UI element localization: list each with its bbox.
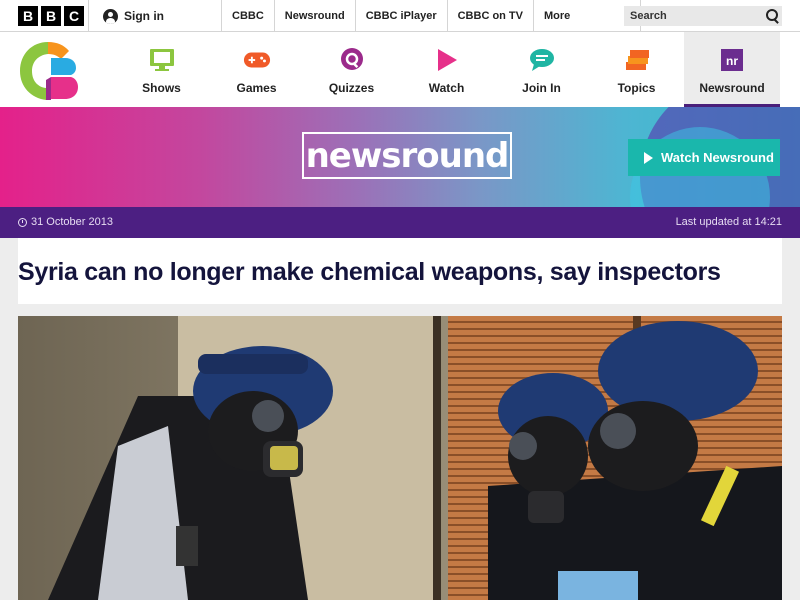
newsround-banner: newsround Watch Newsround: [0, 107, 800, 207]
nav-item-label: Watch: [428, 81, 465, 95]
nav-item-games[interactable]: Games: [209, 32, 304, 107]
nav-item-label: Join In: [522, 81, 561, 95]
nav-item-watch[interactable]: Watch: [399, 32, 494, 107]
headline-container: Syria can no longer make chemical weapon…: [18, 238, 782, 304]
global-nav-cbbc-on-tv[interactable]: CBBC on TV: [446, 0, 533, 32]
nav-item-label: Shows: [142, 81, 181, 95]
watch-newsround-label: Watch Newsround: [661, 150, 774, 165]
nav-item-label: Games: [236, 81, 277, 95]
sign-in-label: Sign in: [124, 9, 164, 23]
search-icon[interactable]: [762, 6, 782, 26]
nav-item-topics[interactable]: Topics: [589, 32, 684, 107]
nav-item-quizzes[interactable]: Quizzes: [304, 32, 399, 107]
cbbc-logo[interactable]: [18, 40, 80, 102]
play-icon: [644, 151, 653, 164]
newsround-icon: nr: [718, 46, 746, 74]
cbbc-nav: Shows Games Quizzes Watch Join In Topics…: [0, 32, 800, 107]
divider: [88, 0, 89, 32]
quiz-icon: [338, 46, 366, 74]
search-input[interactable]: Search: [624, 6, 782, 26]
cbbc-nav-items: Shows Games Quizzes Watch Join In Topics…: [114, 32, 780, 107]
nav-item-label: Newsround: [699, 81, 765, 95]
newsround-icon-text: nr: [726, 54, 738, 68]
stack-icon: [623, 46, 651, 74]
nav-item-label: Quizzes: [328, 81, 375, 95]
nav-item-newsround[interactable]: nr Newsround: [684, 32, 780, 107]
sign-in-link[interactable]: Sign in: [103, 0, 164, 32]
article-headline: Syria can no longer make chemical weapon…: [18, 258, 721, 286]
bbc-logo[interactable]: B B C: [18, 6, 84, 26]
watch-newsround-button[interactable]: Watch Newsround: [628, 139, 780, 176]
date-strip: 31 October 2013 Last updated at 14:21: [0, 207, 800, 238]
bbc-logo-letter: B: [41, 6, 61, 26]
search-placeholder: Search: [630, 10, 667, 22]
last-updated: Last updated at 14:21: [675, 216, 782, 228]
global-nav-newsround[interactable]: Newsround: [273, 0, 355, 32]
global-nav-cbbc[interactable]: CBBC: [221, 0, 274, 32]
more-label: More: [544, 10, 571, 22]
speech-bubble-icon: [528, 46, 556, 74]
nav-item-join-in[interactable]: Join In: [494, 32, 589, 107]
article-photo: [18, 316, 782, 600]
clock-icon: [18, 217, 27, 227]
global-nav: CBBC Newsround CBBC iPlayer CBBC on TV M…: [221, 0, 641, 32]
cbbc-logo-graphic: [20, 42, 78, 100]
nav-item-shows[interactable]: Shows: [114, 32, 209, 107]
gamepad-icon: [243, 46, 271, 74]
bbc-logo-letter: C: [64, 6, 84, 26]
inspectors-photo-graphic: [18, 316, 782, 600]
global-nav-cbbc-iplayer[interactable]: CBBC iPlayer: [354, 0, 447, 32]
publish-date: 31 October 2013: [18, 216, 113, 228]
bbc-logo-letter: B: [18, 6, 38, 26]
bbc-global-bar: B B C Sign in CBBC Newsround CBBC iPlaye…: [0, 0, 800, 32]
monitor-icon: [148, 46, 176, 74]
publish-date-text: 31 October 2013: [31, 216, 113, 228]
newsround-logo[interactable]: newsround: [302, 132, 512, 179]
play-icon: [433, 46, 461, 74]
nav-item-label: Topics: [617, 81, 656, 95]
user-icon: [103, 8, 118, 24]
